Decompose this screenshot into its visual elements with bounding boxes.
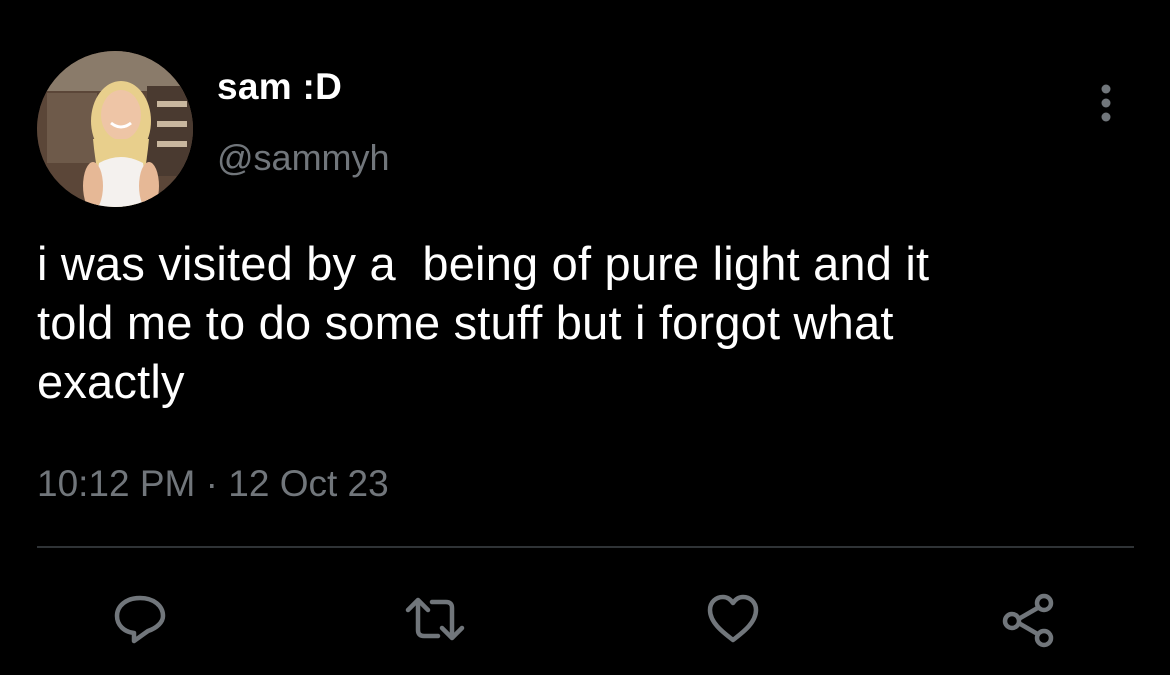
user-handle[interactable]: @sammyh [217,137,390,179]
share-icon [1002,593,1054,648]
divider [37,546,1134,548]
like-button[interactable] [700,586,766,652]
more-options-button[interactable] [1088,80,1124,126]
retweet-icon [405,597,465,641]
tweet-timestamp[interactable]: 10:12 PM · 12 Oct 23 [37,463,389,505]
avatar[interactable] [37,51,193,207]
reply-button[interactable] [107,586,173,652]
reply-icon [114,595,166,644]
display-name[interactable]: sam :D [217,66,342,108]
tweet-time: 10:12 PM [37,463,196,504]
more-vertical-icon [1101,84,1111,122]
tweet-date: 12 Oct 23 [228,463,389,504]
share-button[interactable] [995,586,1061,652]
avatar-photo [37,51,193,207]
meta-separator: · [195,463,229,504]
tweet-text: i was visited by a being of pure light a… [37,237,930,408]
heart-icon [707,594,759,643]
retweet-button[interactable] [402,586,468,652]
